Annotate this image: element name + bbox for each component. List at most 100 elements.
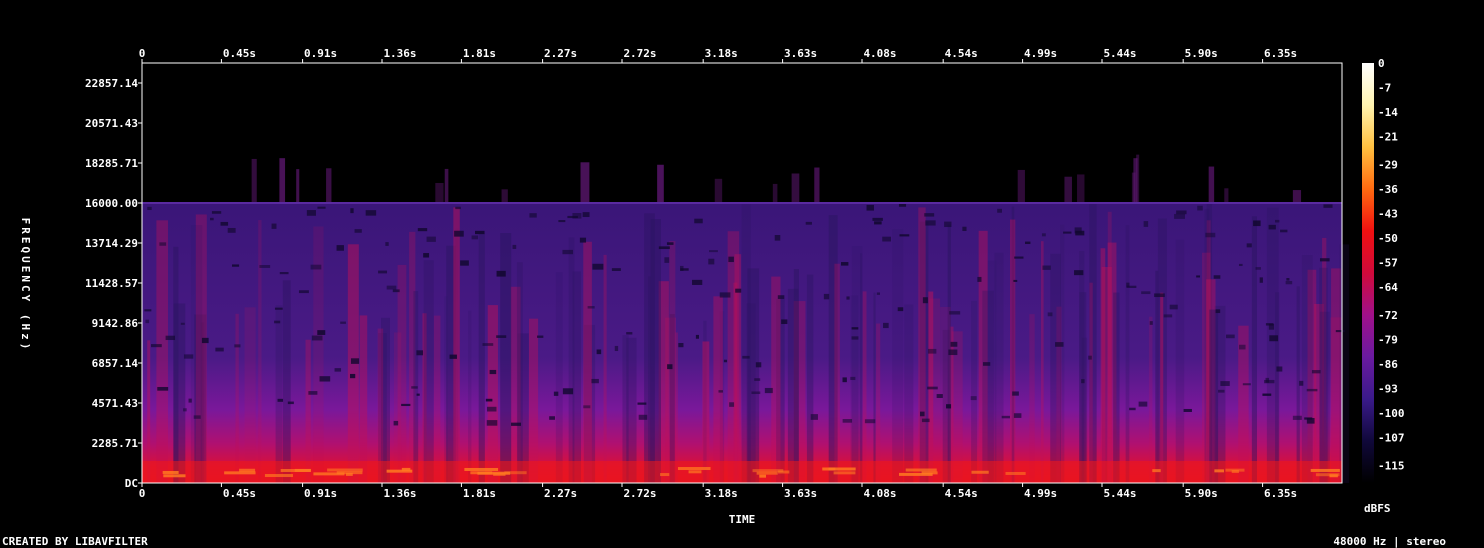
spectrum-streak — [572, 271, 582, 483]
spectrum-speckle — [308, 391, 318, 395]
low-freq-highlight — [822, 467, 856, 471]
x-tick-label-top: 4.08s — [863, 47, 896, 60]
spectrum-speckle — [1262, 393, 1272, 396]
x-tick-label-bottom: 0.91s — [304, 487, 337, 500]
spectrum-speckle — [215, 347, 224, 352]
spectrum-speckle — [537, 335, 544, 338]
spectrum-speckle — [692, 279, 703, 285]
y-tick-label: 11428.57 — [85, 277, 138, 290]
spectrum-streak — [377, 328, 384, 483]
y-tick-label: 20571.43 — [85, 117, 138, 130]
spectrum-streak — [650, 219, 661, 483]
spectrum-streak — [793, 268, 799, 483]
colorbar-tick-label: -93 — [1378, 383, 1398, 396]
spectrum-speckle — [781, 319, 788, 325]
spectrum-streak — [1330, 317, 1342, 483]
spectrum-speckle — [1012, 391, 1019, 396]
spectrum-speckle — [449, 354, 457, 359]
x-tick-label-top: 1.81s — [463, 47, 496, 60]
colorbar-tick-label: -72 — [1378, 309, 1398, 322]
spectrum-speckle — [851, 336, 859, 340]
colorbar-tick-label: -107 — [1378, 432, 1405, 445]
colorbar-tick-label: -43 — [1378, 208, 1398, 221]
spectrum-speckle — [529, 213, 537, 218]
spectrogram-image — [142, 154, 1350, 484]
spectrum-speckle — [1213, 275, 1221, 279]
x-tick-label-bottom: 5.44s — [1103, 487, 1136, 500]
spectrum-speckle — [144, 309, 152, 312]
spectrum-speckle — [842, 419, 853, 423]
spectrum-speckle — [810, 414, 818, 420]
low-freq-highlight — [833, 471, 856, 475]
spectrum-speckle — [1265, 377, 1270, 383]
spectrum-speckle — [279, 272, 289, 275]
spectrum-speckle — [455, 206, 461, 210]
hf-spike — [501, 189, 508, 203]
spectrum-speckle — [729, 402, 735, 407]
spectrum-speckle — [1323, 204, 1333, 208]
spectrum-speckle — [553, 391, 559, 396]
low-freq-highlight — [1231, 469, 1239, 473]
hf-spike — [791, 173, 800, 203]
spectrum-speckle — [1215, 309, 1221, 314]
spectrum-streak — [982, 290, 994, 483]
x-tick-label-bottom: 0 — [139, 487, 146, 500]
low-freq-highlight — [660, 473, 670, 477]
spectrum-speckle — [350, 373, 356, 379]
spectrum-speckle — [271, 223, 277, 229]
low-freq-highlight — [224, 471, 256, 475]
spectrum-streak — [487, 305, 498, 483]
spectrum-speckle — [1197, 205, 1203, 211]
spectrum-streak — [423, 260, 434, 483]
spectrum-speckle — [582, 212, 590, 218]
spectrum-speckle — [211, 211, 222, 214]
spectrum-streak — [734, 254, 742, 483]
spectrum-speckle — [1138, 401, 1148, 407]
spectrum-speckle — [774, 235, 781, 241]
spectrum-speckle — [708, 250, 718, 253]
spectrum-speckle — [274, 320, 281, 324]
spectrum-speckle — [840, 262, 849, 266]
colorbar-tick-label: -79 — [1378, 334, 1398, 347]
spectrum-speckle — [157, 386, 169, 391]
spectrum-speckle — [680, 265, 684, 271]
x-axis-top: 0 0.45s 0.91s 1.36s 1.81s 2.27s 2.72s 3.18s 3.63… — [139, 47, 1297, 63]
spectrum-streak — [860, 253, 863, 483]
spectrum-speckle — [1239, 344, 1246, 350]
low-freq-highlight — [905, 468, 937, 472]
spectrum-streak — [583, 241, 592, 483]
spectrum-speckle — [1220, 381, 1230, 386]
spectrum-speckle — [298, 290, 309, 294]
hf-spike — [814, 167, 820, 203]
spectrum-speckle — [579, 237, 587, 243]
spectrum-streak — [603, 254, 607, 483]
spectrum-speckle — [751, 391, 761, 395]
spectrum-speckle — [183, 408, 187, 412]
spectrum-speckle — [393, 420, 399, 426]
spectrum-streak — [190, 225, 203, 484]
spectrum-speckle — [591, 378, 599, 384]
colorbar-tick-label: -36 — [1378, 183, 1398, 196]
hf-spike — [1292, 190, 1302, 203]
hf-spike — [251, 158, 257, 203]
colorbar-tick-label: -50 — [1378, 232, 1398, 245]
spectrum-speckle — [1141, 291, 1151, 295]
spectrum-speckle — [147, 206, 152, 211]
spectrogram-figure: 0 0.45s 0.91s 1.36s 1.81s 2.27s 2.72s 3.18s 3.63… — [2, 47, 1446, 548]
spectrum-speckle — [1304, 417, 1313, 420]
spectrum-speckle — [165, 335, 176, 341]
spectrum-streak — [555, 272, 563, 483]
spectrum-speckle — [159, 242, 167, 246]
low-freq-highlight — [239, 468, 256, 472]
spectrum-speckle — [658, 246, 670, 250]
spectrum-speckle — [667, 364, 673, 370]
spectrum-speckle — [1183, 408, 1192, 412]
spectrum-streak — [1209, 309, 1219, 483]
hf-spike — [1077, 174, 1085, 203]
spectrum-speckle — [471, 235, 479, 240]
spectrum-speckle — [562, 249, 574, 255]
spectrum-streak — [1301, 255, 1313, 483]
spectrum-speckle — [232, 264, 240, 267]
spectrum-streak — [806, 274, 814, 483]
spectrum-streak — [1010, 219, 1016, 484]
